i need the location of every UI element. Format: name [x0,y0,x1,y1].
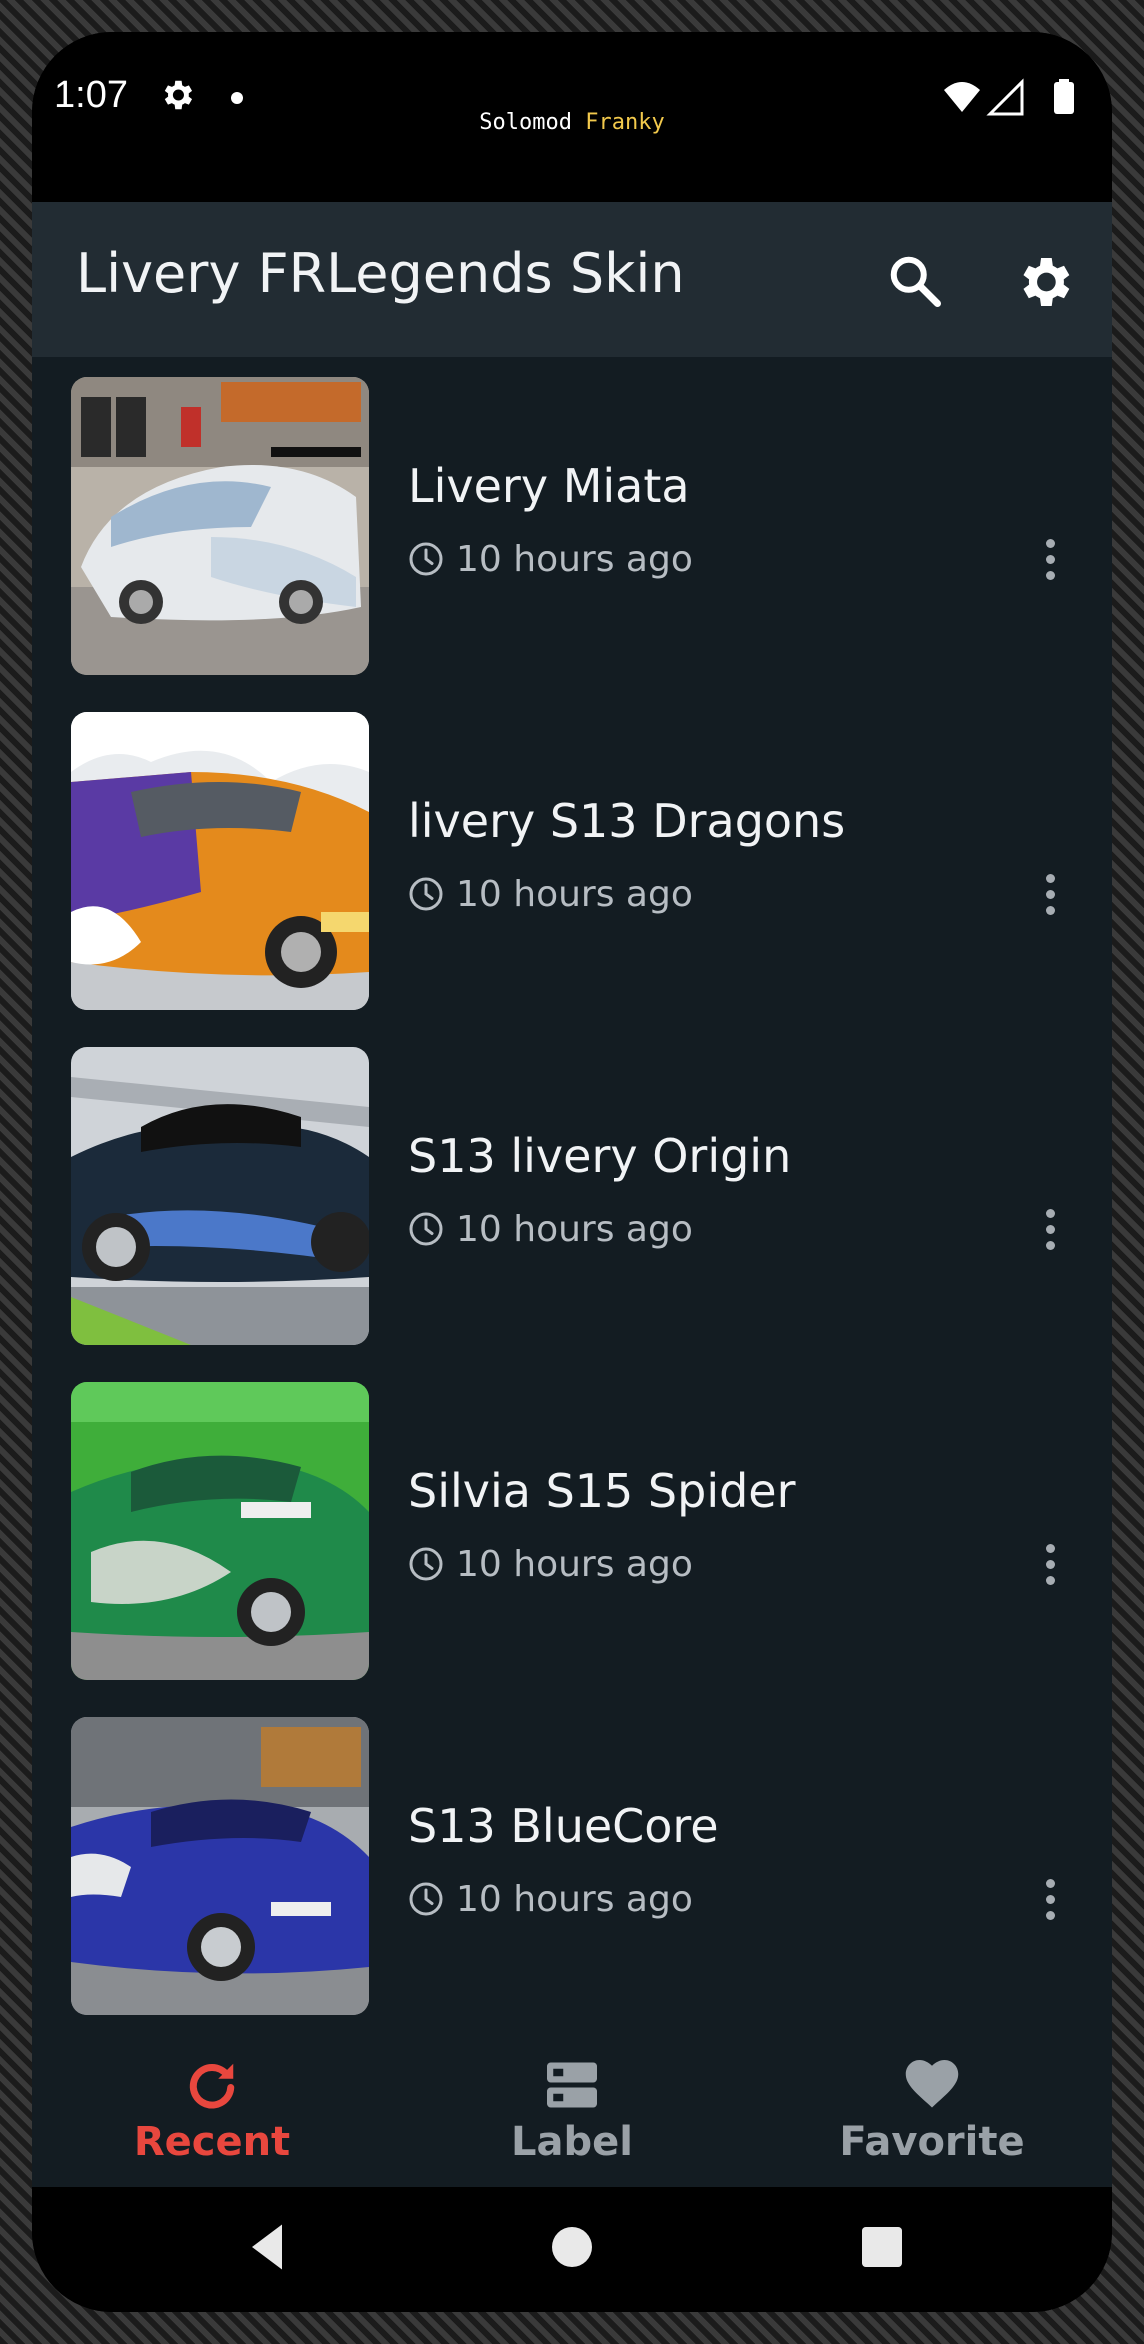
home-icon[interactable] [542,2217,602,2277]
nav-favorite-label: Favorite [839,2119,1025,2165]
gear-icon[interactable] [1012,250,1076,314]
item-meta: 10 hours ago [408,872,693,916]
item-thumbnail[interactable] [71,377,369,675]
nav-label-label: Label [511,2119,633,2165]
bottom-nav: Recent Label Favorite [32,2037,1112,2187]
list-item[interactable]: Livery Miata 10 hours ago [32,357,1112,692]
item-title: S13 BlueCore [408,1799,719,1853]
more-options-icon[interactable] [1035,1867,1065,1931]
phone-frame: 1:07 Solomod Franky Livery FRLegends Ski… [32,32,1112,2312]
item-meta: 10 hours ago [408,1207,693,1251]
item-thumbnail[interactable] [71,1382,369,1680]
item-title: Silvia S15 Spider [408,1464,796,1518]
list-item[interactable]: livery S13 Dragons 10 hours ago [32,692,1112,1027]
list-item[interactable]: Silvia S15 Spider 10 hours ago [32,1362,1112,1697]
nav-recent[interactable]: Recent [32,2037,392,2187]
item-thumbnail[interactable] [71,1717,369,2015]
system-nav-bar [32,2187,1112,2312]
item-title: Livery Miata [408,459,690,513]
clock-icon [409,1547,443,1581]
item-meta: 10 hours ago [408,537,693,581]
item-time: 10 hours ago [456,873,693,915]
nav-recent-label: Recent [133,2119,291,2165]
list-item[interactable]: S13 livery Origin 10 hours ago [32,1027,1112,1362]
notification-dot [231,92,243,104]
item-time: 10 hours ago [456,1543,693,1585]
item-title: S13 livery Origin [408,1129,792,1183]
clock-icon [409,1882,443,1916]
item-thumbnail[interactable] [71,1047,369,1345]
banner-text: Solomod Franky [32,110,1112,135]
item-time: 10 hours ago [456,538,693,580]
livery-list: Livery Miata 10 hours ago livery S13 Dra… [32,357,1112,2037]
item-time: 10 hours ago [456,1878,693,1920]
item-meta: 10 hours ago [408,1877,693,1921]
heart-icon [905,2060,959,2108]
back-icon[interactable] [237,2217,297,2277]
banner-text-part2: Franky [585,110,665,135]
page-title: Livery FRLegends Skin [76,242,685,305]
item-meta: 10 hours ago [408,1542,693,1586]
item-time: 10 hours ago [456,1208,693,1250]
more-options-icon[interactable] [1035,1197,1065,1261]
wifi-icon [944,82,980,112]
clock-icon [409,1212,443,1246]
app-toolbar: Livery FRLegends Skin [32,202,1112,357]
nav-favorite[interactable]: Favorite [752,2037,1112,2187]
more-options-icon[interactable] [1035,862,1065,926]
more-options-icon[interactable] [1035,527,1065,591]
more-options-icon[interactable] [1035,1532,1065,1596]
refresh-icon [189,2063,235,2109]
clock-icon [409,542,443,576]
search-icon[interactable] [885,251,945,311]
storage-icon [547,2062,597,2108]
item-title: livery S13 Dragons [408,794,846,848]
clock-icon [409,877,443,911]
settings-status-icon [164,80,193,110]
nav-label[interactable]: Label [392,2037,752,2187]
item-thumbnail[interactable] [71,712,369,1010]
status-bar: 1:07 Solomod Franky [32,32,1112,202]
recents-icon[interactable] [852,2217,912,2277]
banner-text-part1: Solomod [479,110,572,135]
list-item[interactable]: S13 BlueCore 10 hours ago [32,1697,1112,2032]
